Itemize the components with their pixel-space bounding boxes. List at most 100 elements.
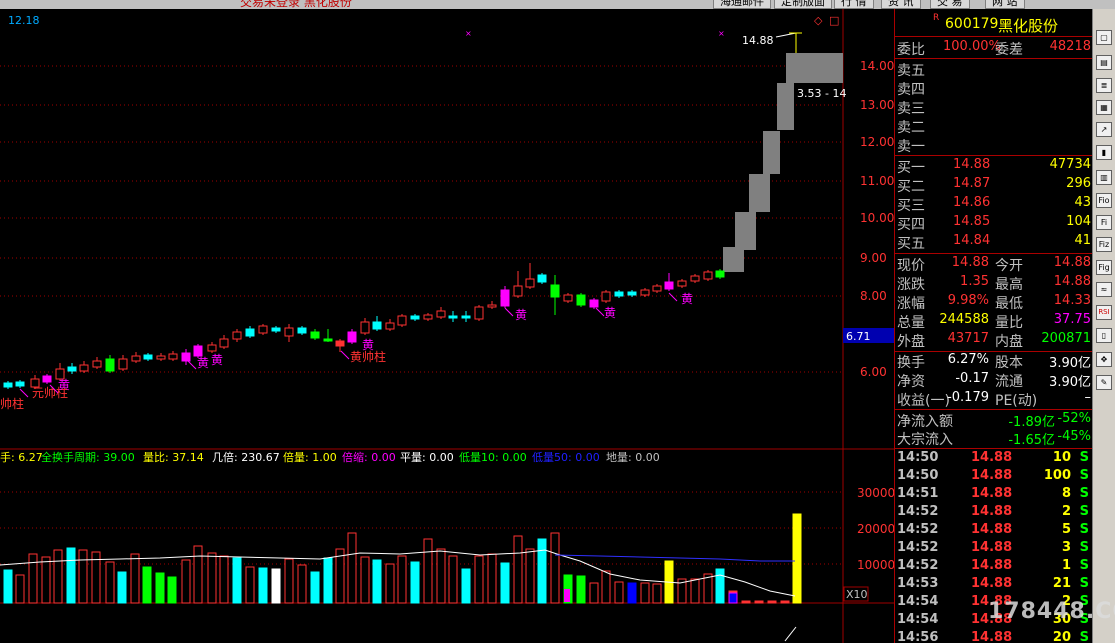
indicator-value: 几倍: 230.67 — [212, 450, 280, 464]
tick-price: 14.88 — [971, 540, 1013, 555]
divider — [895, 36, 1093, 37]
indicator-bar: 手: 6.27 全换手周期: 39.00 量比: 37.14 几倍: 230.6… — [0, 450, 660, 464]
watermark: 178448.COM — [988, 599, 1115, 624]
flow-percent: -52% — [1057, 411, 1091, 426]
volume-bar — [513, 535, 523, 604]
window-title: 交易未登录 黑化股份 — [240, 0, 352, 9]
price-grid — [0, 65, 843, 373]
menu-quotes[interactable]: 行 情 — [834, 0, 874, 9]
fundamental-label: 股本 — [995, 355, 1023, 371]
quote-row: 外盘 43717 内盘 200871 — [895, 331, 1093, 350]
signal-label: 黄 — [681, 292, 693, 306]
volume-grid — [0, 491, 843, 565]
quote-value: 1.35 — [960, 274, 989, 289]
candle-body — [284, 327, 294, 337]
kline-icon[interactable]: ▤ — [1096, 55, 1112, 70]
volume-bar — [589, 582, 599, 604]
volume-bar — [576, 575, 586, 604]
bars-icon[interactable]: ▯ — [1096, 328, 1112, 343]
wave-icon[interactable]: ≈ — [1096, 282, 1112, 297]
price-tick: 13.00 — [860, 98, 894, 112]
buy-price: 14.87 — [953, 176, 991, 191]
volume-bar — [461, 568, 471, 604]
volume-bar — [537, 538, 547, 604]
tick-time: 14:52 — [897, 540, 939, 555]
volume-bar — [627, 582, 637, 604]
candle-body — [385, 322, 395, 330]
fig-icon[interactable]: Fig — [1096, 260, 1112, 275]
margin-badge: R — [933, 13, 940, 23]
chart-icon[interactable]: ▥ — [1096, 170, 1112, 185]
candle-body — [181, 352, 191, 362]
flow-label: 净流入额 — [897, 414, 953, 430]
tick-time: 14:52 — [897, 558, 939, 573]
buy-level-label: 买二 — [897, 179, 925, 195]
stock-name[interactable]: 黑化股份 — [998, 15, 1058, 36]
indicator-value: 量比: 37.14 — [143, 451, 204, 464]
quote-row: 总量 244588 量比 37.75 — [895, 312, 1093, 331]
buy-level-label: 买四 — [897, 217, 925, 233]
tick-price: 14.88 — [971, 486, 1013, 501]
candle-body — [372, 321, 382, 330]
tick-side: S — [1079, 486, 1089, 501]
buy-level-label: 买三 — [897, 198, 925, 214]
fundamental-row: 换手 6.27% 股本 3.90亿 — [895, 352, 1093, 371]
tick-time: 14:52 — [897, 504, 939, 519]
nav-arrows-icon[interactable]: ✥ — [1096, 352, 1112, 367]
candle-body — [15, 381, 25, 387]
candle-body — [500, 289, 510, 307]
candle-body — [131, 355, 141, 362]
limit-up-block — [763, 131, 780, 174]
menu-mail[interactable]: 海通邮件 — [713, 0, 771, 9]
volume-bar — [28, 553, 38, 604]
trend-icon[interactable]: ↗ — [1096, 122, 1112, 137]
volume-bar — [792, 513, 802, 604]
tick-price: 14.88 — [971, 522, 1013, 537]
tick-volume: 5 — [1061, 522, 1071, 537]
menu-layout[interactable]: 定制版面 — [774, 0, 832, 9]
stock-chart[interactable]: 12.18 14.00 13.00 12.00 11.00 10.00 9.00… — [0, 9, 894, 643]
quote-row: 涨跌 1.35 最高 14.88 — [895, 274, 1093, 293]
quote-row: 现价 14.88 今开 14.88 — [895, 255, 1093, 274]
stock-code[interactable]: 600179 — [945, 16, 998, 32]
tick-side: S — [1079, 558, 1089, 573]
fi-icon[interactable]: Fi — [1096, 215, 1112, 230]
tick-price: 14.88 — [971, 468, 1013, 483]
window-icon[interactable]: ▢ — [1096, 30, 1112, 45]
buy-volume: 296 — [1066, 176, 1091, 191]
fio-icon[interactable]: Fio — [1096, 193, 1112, 208]
candle-body — [323, 338, 333, 342]
candle-body — [297, 327, 307, 334]
table-icon[interactable]: ▦ — [1096, 100, 1112, 115]
candle-body — [67, 366, 77, 372]
fundamental-row: 净资 -0.17 流通 3.90亿 — [895, 371, 1093, 390]
fundamental-row: 收益(一) -0.179 PE(动) – — [895, 390, 1093, 409]
indicator-value: 全换手周期: 39.00 — [41, 450, 135, 464]
menu-website[interactable]: 网 站 — [985, 0, 1025, 9]
tick-row: 14:56 14.88 20 S — [895, 630, 1093, 643]
candle-body — [193, 345, 203, 357]
volume-ma-blue — [554, 554, 795, 562]
list-icon[interactable]: ≣ — [1096, 78, 1112, 93]
menu-trade[interactable]: 交 易 — [930, 0, 970, 9]
tick-volume: 2 — [1061, 504, 1071, 519]
pencil-icon[interactable]: ✎ — [1096, 375, 1112, 390]
signal-annotations: 帅柱元帅柱黄黄黄黄帅柱黄黄 黄黄 — [0, 292, 693, 411]
quote-panel: R 600179 黑化股份 委比 100.00% 委差 48218 卖五 卖四 卖三… — [894, 9, 1093, 643]
candle-body — [310, 331, 320, 339]
tick-row: 14:50 14.88 100 S — [895, 468, 1093, 487]
buy-level-label: 买一 — [897, 160, 925, 176]
volume-bar — [474, 555, 484, 604]
divider — [895, 448, 1093, 449]
fiz-icon[interactable]: Fiz — [1096, 237, 1112, 252]
quote-label: 总量 — [897, 315, 925, 331]
rsi-icon[interactable]: RSI — [1096, 305, 1112, 320]
diamond-icon: ◇ — [814, 14, 823, 27]
candle-body — [703, 271, 713, 280]
menu-news[interactable]: 资 讯 — [881, 0, 921, 9]
candle-icon[interactable]: ▮ — [1096, 145, 1112, 160]
signal-label: 黄 — [211, 353, 223, 367]
limit-up-block — [723, 247, 744, 272]
volume-bar — [271, 568, 281, 604]
candle-body — [550, 284, 560, 298]
